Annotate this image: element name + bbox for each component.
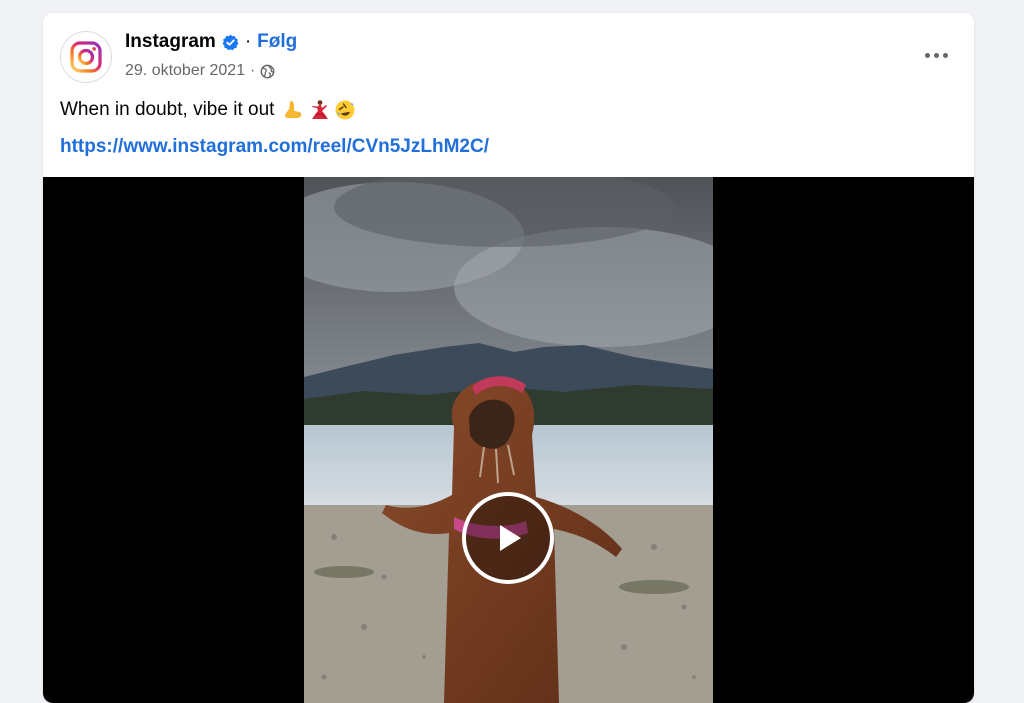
avatar[interactable] [60,31,112,83]
video-thumbnail[interactable] [304,177,713,703]
video-scene-image [304,177,713,703]
follow-button[interactable]: Følg [257,31,297,53]
caption-emojis [282,99,356,121]
meta-separator: · [250,62,256,79]
post-date[interactable]: 29. oktober 2021 [125,62,245,80]
post-card: Instagram · Følg 29. oktober 2021 · When… [43,13,974,703]
foot-icon [285,101,302,118]
separator-dot: · [244,31,252,52]
instagram-logo-icon [70,41,102,73]
page-name[interactable]: Instagram [125,31,216,53]
caption-text: When in doubt, vibe it out [60,99,275,120]
rolling-laugh-icon [335,100,355,120]
post-link[interactable]: https://www.instagram.com/reel/CVn5JzLhM… [60,136,489,158]
more-options-icon-dot [942,52,948,58]
post-caption: When in doubt, vibe it out [60,99,356,121]
more-options-icon [924,52,930,58]
play-icon [500,525,521,551]
name-row: Instagram · Følg [125,31,297,53]
verified-badge-icon [222,34,239,51]
post-meta: 29. oktober 2021 · [125,62,275,80]
post-header: Instagram · Følg 29. oktober 2021 · [43,13,974,93]
video-player[interactable] [43,177,974,703]
dancer-icon [312,100,329,119]
more-options-icon-dot [933,52,939,58]
play-button[interactable] [462,492,554,584]
more-options-button[interactable] [916,39,956,71]
globe-icon [260,64,275,79]
